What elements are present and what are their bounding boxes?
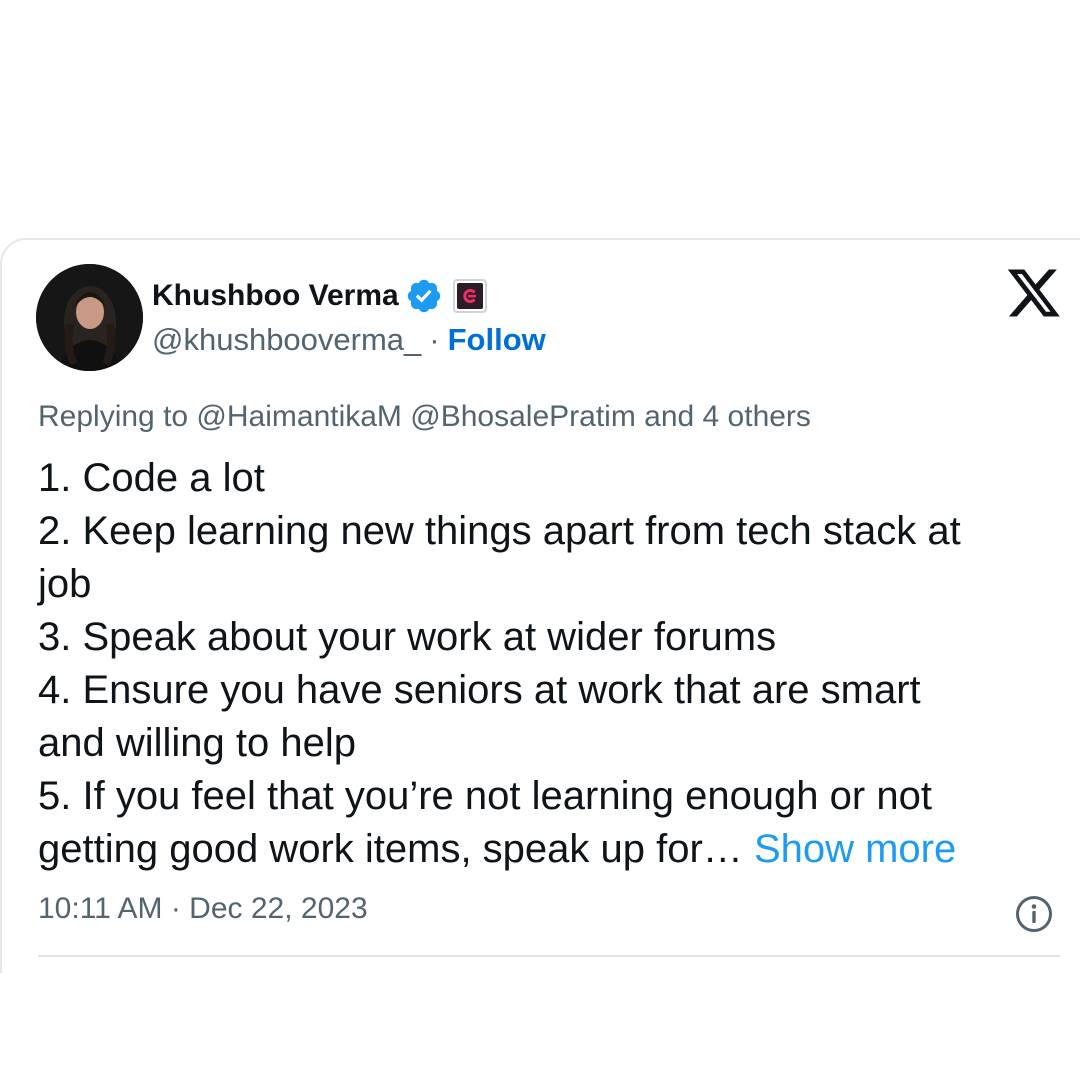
author-handle-row: @khushbooverma_ · Follow [152, 322, 546, 358]
tweet-body-line: 2. Keep learning new things apart from t… [38, 509, 961, 553]
verified-badge-icon [407, 279, 440, 313]
author-name-row: Khushboo Verma [152, 276, 487, 316]
avatar[interactable] [36, 264, 143, 371]
profile-photo-icon [36, 264, 143, 371]
replying-to-text: Replying to @HaimantikaM @BhosalePratim … [38, 400, 811, 433]
divider [38, 955, 1060, 957]
tweet-body-line: 3. Speak about your work at wider forums [38, 615, 777, 659]
follow-button[interactable]: Follow [448, 322, 546, 357]
author-display-name[interactable]: Khushboo Verma [152, 279, 399, 313]
handle-separator: · [429, 322, 440, 357]
affiliate-badge-icon[interactable] [452, 279, 487, 313]
info-icon[interactable] [1014, 894, 1054, 934]
tweet-body-line: 5. If you feel that you’re not learning … [38, 774, 932, 818]
tweet-body: 1. Code a lot 2. Keep learning new thing… [38, 452, 1068, 876]
show-more-link[interactable]: Show more [754, 827, 956, 871]
author-handle[interactable]: @khushbooverma_ [152, 322, 421, 357]
tweet-body-line: and willing to help [38, 721, 356, 765]
tweet-body-line: 4. Ensure you have seniors at work that … [38, 668, 921, 712]
tweet-body-line: 1. Code a lot [38, 456, 265, 500]
tweet-body-last-line: getting good work items, speak up for… S… [38, 823, 1068, 876]
x-logo-icon[interactable] [1008, 268, 1060, 318]
page: Khushboo Verma @khushbooverma_ · Follow Re… [0, 0, 1080, 1080]
tweet-timestamp[interactable]: 10:11 AM · Dec 22, 2023 [38, 892, 368, 926]
tweet-body-line: job [38, 562, 92, 606]
tweet-body-truncated-text: getting good work items, speak up for… [38, 827, 743, 871]
